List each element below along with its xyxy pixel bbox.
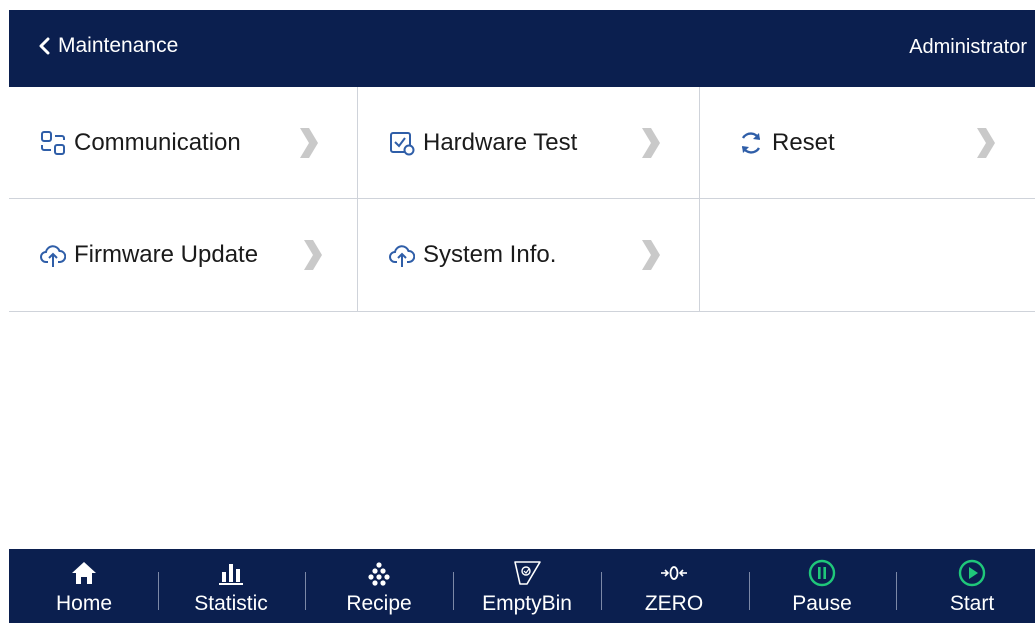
empty-bin-button[interactable]: EmptyBin — [467, 549, 587, 623]
toolbar-divider — [158, 572, 159, 610]
zero-icon — [661, 566, 687, 580]
start-label: Start — [949, 592, 995, 615]
toolbar-divider — [601, 572, 602, 610]
maintenance-menu: Communication Hardware Test Reset Firmwa… — [9, 87, 1035, 312]
menu-item-label: System Info. — [423, 241, 557, 268]
empty-bin-label: EmptyBin — [482, 592, 572, 615]
chevron-right-icon — [642, 127, 660, 158]
bottom-toolbar: Home Statistic Recipe EmptyBin ZERO Paus… — [9, 549, 1035, 623]
toolbar-divider — [305, 572, 306, 610]
start-button[interactable]: Start — [912, 549, 1032, 623]
zero-label: ZERO — [644, 592, 704, 615]
menu-item-firmware-update[interactable]: Firmware Update — [9, 199, 358, 312]
toolbar-divider — [896, 572, 897, 610]
home-icon — [72, 562, 96, 584]
chevron-right-icon — [300, 127, 318, 158]
app-frame: Maintenance Administrator Communication — [9, 10, 1035, 623]
chevron-left-icon — [39, 37, 50, 55]
communication-icon — [41, 130, 65, 155]
top-bar: Maintenance Administrator — [9, 10, 1035, 87]
back-button[interactable]: Maintenance — [37, 33, 178, 59]
reset-icon — [741, 131, 761, 154]
statistic-button[interactable]: Statistic — [171, 549, 291, 623]
menu-item-reset[interactable]: Reset — [700, 87, 1035, 199]
menu-item-label: Firmware Update — [74, 241, 259, 268]
pause-button[interactable]: Pause — [762, 549, 882, 623]
menu-item-label: Communication — [74, 128, 241, 156]
chevron-right-icon — [642, 240, 660, 270]
menu-item-communication[interactable]: Communication — [9, 87, 358, 199]
cloud-upload-icon — [40, 245, 66, 267]
chevron-right-icon — [977, 127, 995, 158]
user-role: Administrator — [909, 36, 1027, 58]
zero-button[interactable]: ZERO — [614, 549, 734, 623]
menu-item-label: Reset — [772, 128, 835, 156]
statistic-label: Statistic — [194, 592, 268, 615]
toolbar-divider — [749, 572, 750, 610]
cloud-upload-icon — [389, 245, 415, 267]
content-area — [9, 312, 1035, 549]
menu-item-empty — [700, 199, 1035, 312]
start-icon — [958, 559, 986, 587]
menu-item-hardware-test[interactable]: Hardware Test — [358, 87, 700, 199]
menu-item-label: Hardware Test — [423, 128, 578, 156]
home-label: Home — [55, 592, 113, 615]
chevron-right-icon — [304, 240, 322, 270]
toolbar-divider — [453, 572, 454, 610]
pause-label: Pause — [792, 592, 852, 615]
home-button[interactable]: Home — [24, 549, 144, 623]
page-title: Maintenance — [58, 34, 179, 57]
recipe-button[interactable]: Recipe — [319, 549, 439, 623]
recipe-label: Recipe — [346, 592, 412, 615]
empty-bin-icon — [514, 561, 541, 585]
recipe-icon — [368, 562, 390, 586]
menu-item-system-info[interactable]: System Info. — [358, 199, 700, 312]
pause-icon — [808, 559, 836, 587]
hardware-test-icon — [390, 131, 415, 155]
statistic-icon — [219, 564, 243, 585]
